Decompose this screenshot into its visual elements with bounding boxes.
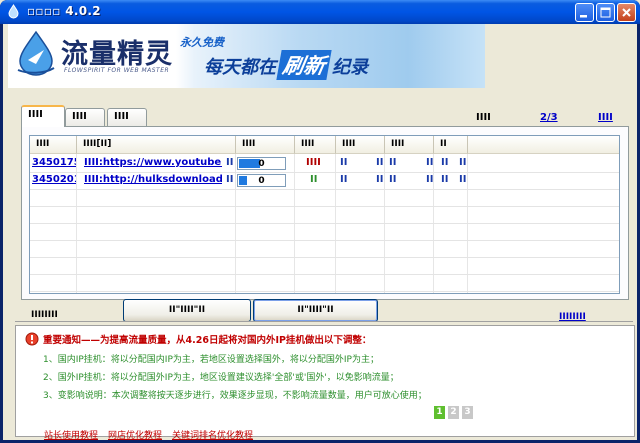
row-col-5a: II [340, 174, 348, 185]
top-right-link[interactable]: IIII [598, 112, 613, 123]
notice-box: 重要通知——为提高流量质量，从4.26日起将对国内外IP挂机做出以下调整： 1、… [15, 325, 635, 441]
close-icon [622, 8, 631, 17]
title-bar[interactable]: ▫▫▫▫ 4.0.2 [0, 0, 640, 24]
notice-page-2[interactable]: 2 [448, 406, 459, 419]
slogan: 每天都在 刷新 纪录 [204, 50, 368, 80]
table-row[interactable]: 34502017 IIII:http://hulksdownload.... I… [30, 173, 619, 190]
row-flag: II [226, 174, 234, 185]
row-url[interactable]: IIII:http://hulksdownload.... [84, 174, 222, 185]
row-progress-bar: 0 [237, 157, 286, 170]
tab-3[interactable]: IIII [107, 108, 147, 126]
notice-link-shop[interactable]: 网店优化教程 [108, 428, 162, 441]
action-button-left[interactable]: II"IIII"II [123, 299, 251, 322]
row-col-7b: II [459, 157, 467, 168]
free-tag: 永久免费 [180, 36, 224, 49]
logo-drop-icon [17, 30, 55, 76]
notice-link-keyword[interactable]: 关键词排名优化教程 [172, 428, 253, 441]
client-area: 流量精灵 FLOWSPIRIT FOR WEB MASTER 永久免费 每天都在… [3, 24, 637, 441]
row-col-7a: II [441, 174, 449, 185]
row-col-6b: II [426, 174, 434, 185]
top-label: IIII [476, 112, 491, 123]
empty-row [30, 241, 619, 258]
logo-title: 流量精灵 [61, 39, 173, 70]
minimize-icon [580, 15, 587, 18]
empty-row [30, 224, 619, 241]
empty-row [30, 190, 619, 207]
slogan-highlight: 刷新 [276, 50, 332, 80]
page-indicator-link[interactable]: 2/3 [540, 112, 558, 123]
close-button[interactable] [617, 3, 636, 22]
app-drop-icon [8, 4, 19, 19]
divider [15, 321, 633, 322]
notice-warning-icon [25, 332, 39, 346]
column-header-url[interactable]: IIII[II] [77, 136, 236, 154]
column-header-progress[interactable]: IIII [236, 136, 295, 154]
row-col-4: IIII [306, 157, 321, 168]
column-header-blank [468, 136, 619, 154]
slogan-part-b: 纪录 [332, 57, 368, 78]
status-left-label: IIIIIIII [31, 310, 58, 320]
column-header-6[interactable]: IIII [385, 136, 434, 154]
notice-line-2: 2、国外IP挂机：将以分配国外IP为主，地区设置建议选择'全部'或'国外'，以免… [43, 373, 399, 383]
app-window: ▫▫▫▫ 4.0.2 流量精灵 FLOWSPIRIT FOR WEB MASTE… [0, 0, 640, 443]
column-header-7[interactable]: II [434, 136, 468, 154]
row-flag: II [226, 157, 234, 168]
row-col-6a: II [389, 157, 397, 168]
row-col-5b: II [376, 157, 384, 168]
notice-page-3[interactable]: 3 [462, 406, 473, 419]
table-row[interactable]: 34501758 IIII:https://www.youtube.c... I… [30, 156, 619, 173]
row-col-5a: II [340, 157, 348, 168]
maximize-button[interactable] [596, 3, 615, 22]
slogan-part-a: 每天都在 [204, 57, 276, 78]
column-header-4[interactable]: IIII [295, 136, 336, 154]
row-url[interactable]: IIII:https://www.youtube.c... [84, 157, 222, 168]
notice-link-webmaster[interactable]: 站长使用教程 [44, 428, 98, 441]
banner: 流量精灵 FLOWSPIRIT FOR WEB MASTER 永久免费 每天都在… [8, 24, 485, 88]
window-title: ▫▫▫▫ 4.0.2 [27, 4, 101, 18]
row-col-6a: II [389, 174, 397, 185]
tab-1[interactable]: IIII [21, 105, 65, 127]
row-col-7b: II [459, 174, 467, 185]
logo-subtitle: FLOWSPIRIT FOR WEB MASTER [64, 67, 170, 74]
column-header-5[interactable]: IIII [336, 136, 385, 154]
row-col-7a: II [441, 157, 449, 168]
row-progress-bar: 0 [237, 174, 286, 187]
row-col-5b: II [376, 174, 384, 185]
action-button-right[interactable]: II"IIII"II [253, 299, 378, 322]
row-progress-count: 0 [258, 176, 265, 186]
tab-panel: IIII IIII[II] IIII IIII IIII IIII II 345… [21, 126, 629, 300]
maximize-icon [600, 7, 611, 18]
row-col-6b: II [426, 157, 434, 168]
notice-line-3: 3、变影响说明：本次调整将按天逐步进行，效果逐步显现，不影响流量数量，用户可放心… [43, 391, 427, 401]
row-id[interactable]: 34501758 [32, 157, 76, 168]
empty-row [30, 275, 619, 292]
empty-row [30, 258, 619, 275]
notice-headline: 重要通知——为提高流量质量，从4.26日起将对国内外IP挂机做出以下调整： [43, 335, 372, 346]
row-col-4: II [310, 174, 318, 185]
notice-page-1[interactable]: 1 [434, 406, 445, 419]
column-header-id[interactable]: IIII [30, 136, 77, 154]
task-list[interactable]: IIII IIII[II] IIII IIII IIII IIII II 345… [29, 135, 620, 294]
tab-2[interactable]: IIII [65, 108, 105, 126]
row-id[interactable]: 34502017 [32, 174, 76, 185]
minimize-button[interactable] [575, 3, 594, 22]
notice-line-1: 1、国内IP挂机：将以分配国内IP为主，若地区设置选择国外，将以分配国外IP为主… [43, 355, 379, 365]
empty-row [30, 207, 619, 224]
row-progress-count: 0 [258, 159, 265, 169]
